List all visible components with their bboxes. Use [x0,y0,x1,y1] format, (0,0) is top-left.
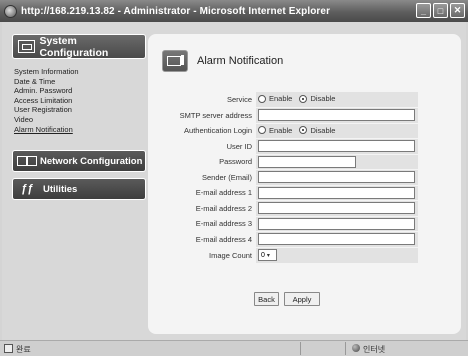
status-bar: 완료 인터넷 [0,340,468,356]
sidebar: System Configuration System Information … [12,34,146,201]
network-configuration-label: Network Configuration [40,155,143,167]
utilities-button[interactable]: ƒƒ Utilities [12,178,146,201]
utilities-icon: ƒƒ [21,183,34,196]
email1-label: E-mail address 1 [160,184,256,201]
sidebar-item-admin-password[interactable]: Admin. Password [14,86,146,96]
smtp-server-input[interactable] [258,109,415,122]
email4-label: E-mail address 4 [160,231,256,247]
form-row-email-2: E-mail address 2 [160,200,418,216]
form-row-smtp: SMTP server address [160,107,418,123]
status-text: 완료 [16,345,31,354]
sender-email-input[interactable] [258,171,415,184]
password-label: Password [160,153,256,170]
apply-button[interactable]: Apply [284,292,320,306]
chevron-down-icon: ▾ [266,252,270,259]
system-configuration-label: System Configuration [39,34,109,59]
email3-label: E-mail address 3 [160,215,256,232]
service-disable-radio[interactable]: Disable [299,94,335,103]
ie-globe-icon [4,4,17,18]
form-row-email-3: E-mail address 3 [160,215,418,232]
form-buttons: Back Apply [254,292,320,306]
smtp-label: SMTP server address [160,107,256,123]
auth-disable-label: Disable [310,125,336,135]
alarm-form: Service Enable Disable SMTP server addre… [160,92,418,263]
service-disable-label: Disable [310,94,336,104]
sidebar-item-date-time[interactable]: Date & Time [14,77,146,87]
window-title: http://168.219.13.82 - Administrator - M… [21,5,331,17]
sidebar-item-system-information[interactable]: System Information [14,67,146,77]
email-address-2-input[interactable] [258,202,415,215]
utilities-label: Utilities [43,183,78,195]
service-label: Service [226,95,252,104]
status-divider [300,342,301,355]
browser-content: System Configuration System Information … [2,22,466,340]
form-row-image-count: Image Count 0 ▾ [160,246,418,263]
zone-text: 인터넷 [363,345,386,354]
form-row-password: Password [160,153,418,170]
radio-button-selected[interactable] [299,94,308,103]
email-address-4-input[interactable] [258,233,415,246]
sidebar-item-alarm-notification[interactable]: Alarm Notification [14,125,146,135]
minimize-button[interactable]: _ [416,3,431,18]
auth-disable-radio[interactable]: Disable [299,126,335,135]
radio-button[interactable] [258,126,266,134]
sidebar-item-video[interactable]: Video [14,115,146,125]
user-id-input[interactable] [258,140,415,153]
system-submenu: System Information Date & Time Admin. Pa… [12,67,146,134]
form-row-sender: Sender (Email) [160,169,418,185]
service-enable-label: Enable [269,94,293,104]
image-count-label: Image Count [160,246,256,263]
status-divider [345,342,346,355]
window-titlebar[interactable]: http://168.219.13.82 - Administrator - M… [0,0,468,22]
form-row-service: Service Enable Disable [160,92,418,108]
user-id-label: User ID [160,138,256,154]
image-count-value: 0 [261,251,265,259]
alarm-notification-icon [162,50,188,72]
auth-enable-radio[interactable]: Enable [258,126,292,135]
radio-button-selected[interactable] [299,126,308,134]
system-configuration-header[interactable]: System Configuration [12,34,146,59]
auth-enable-label: Enable [269,125,293,135]
sidebar-item-user-registration[interactable]: User Registration [14,105,146,115]
email-address-1-input[interactable] [258,186,415,199]
close-button[interactable]: ✕ [450,3,465,18]
system-config-icon [18,40,36,53]
back-button[interactable]: Back [254,292,279,306]
page-done-icon [4,344,13,353]
password-input[interactable] [258,155,356,168]
image-count-select[interactable]: 0 ▾ [258,249,277,261]
form-row-email-1: E-mail address 1 [160,184,418,201]
window-controls: _ □ ✕ [416,3,465,18]
auth-login-label: Authentication Login [160,122,256,139]
form-row-auth-login: Authentication Login Enable Disable [160,122,418,139]
page-title: Alarm Notification [197,55,284,67]
form-row-email-4: E-mail address 4 [160,231,418,247]
internet-zone-icon [352,344,360,352]
network-configuration-button[interactable]: Network Configuration [12,150,146,173]
email-address-3-input[interactable] [258,217,415,230]
radio-button[interactable] [258,94,266,103]
email2-label: E-mail address 2 [160,200,256,216]
network-config-icon [17,155,37,167]
sidebar-item-access-limitation[interactable]: Access Limitation [14,96,146,106]
maximize-button[interactable]: □ [433,3,448,18]
service-enable-radio[interactable]: Enable [258,94,292,103]
panel-header: Alarm Notification [162,50,283,72]
alarm-notification-panel: Alarm Notification Service Enable Disabl… [148,34,461,334]
form-row-user-id: User ID [160,138,418,154]
sender-label: Sender (Email) [160,169,256,185]
